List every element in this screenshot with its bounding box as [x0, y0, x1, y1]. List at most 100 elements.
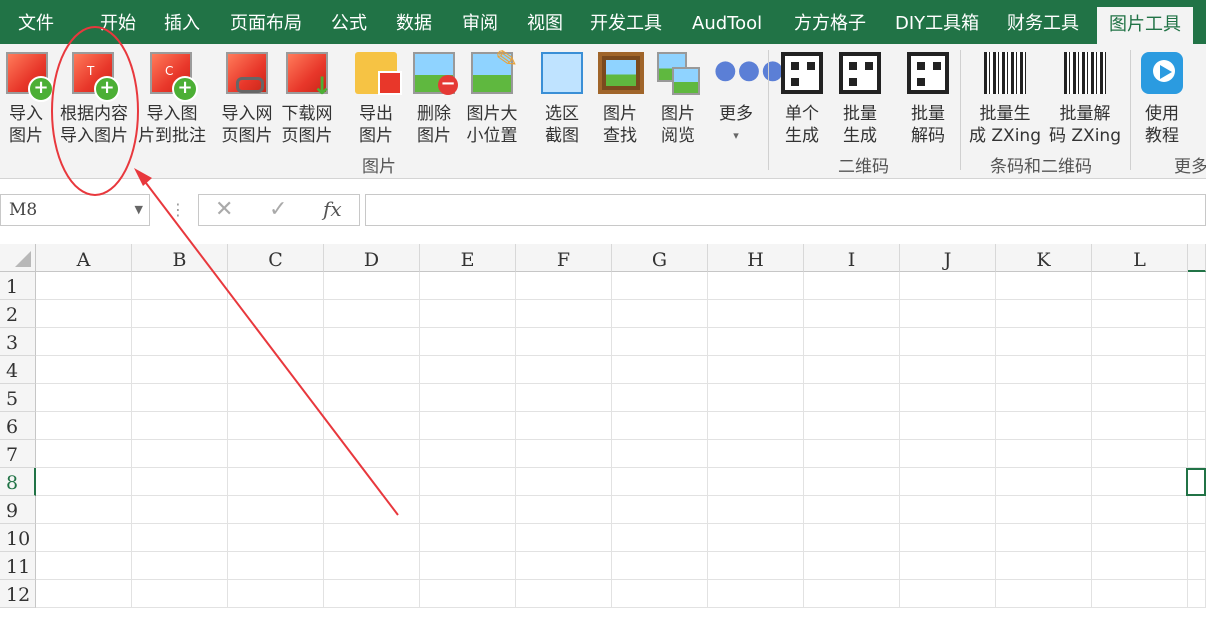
- download-web-picture-button[interactable]: ↓ 下载网 页图片: [278, 49, 336, 151]
- column-header-c[interactable]: C: [228, 244, 324, 272]
- cell[interactable]: [228, 496, 324, 524]
- cell[interactable]: [516, 580, 612, 608]
- cell[interactable]: [612, 356, 708, 384]
- tab-data[interactable]: 数据: [396, 0, 432, 44]
- tab-picture-tools[interactable]: 图片工具: [1097, 7, 1193, 44]
- cell[interactable]: [900, 328, 996, 356]
- cell[interactable]: [612, 272, 708, 300]
- cell[interactable]: [708, 300, 804, 328]
- cell[interactable]: [516, 440, 612, 468]
- cell[interactable]: [1092, 272, 1188, 300]
- cell[interactable]: [324, 356, 420, 384]
- insert-function-icon[interactable]: fx: [323, 197, 342, 221]
- cell[interactable]: [708, 328, 804, 356]
- cell[interactable]: [708, 272, 804, 300]
- cell[interactable]: [1188, 496, 1206, 524]
- tab-insert[interactable]: 插入: [164, 0, 200, 44]
- cell[interactable]: [804, 440, 900, 468]
- cell[interactable]: [1188, 328, 1206, 356]
- cell[interactable]: [1188, 580, 1206, 608]
- cell[interactable]: [324, 384, 420, 412]
- column-header-j[interactable]: J: [900, 244, 996, 272]
- cell[interactable]: [1092, 300, 1188, 328]
- cell[interactable]: [228, 524, 324, 552]
- cell[interactable]: [420, 300, 516, 328]
- cell[interactable]: [132, 468, 228, 496]
- cell[interactable]: [804, 412, 900, 440]
- cell[interactable]: [1188, 384, 1206, 412]
- cell[interactable]: [516, 384, 612, 412]
- region-screenshot-button[interactable]: 选区 截图: [536, 49, 588, 151]
- row-header-4[interactable]: 4: [0, 356, 36, 384]
- cell[interactable]: [324, 524, 420, 552]
- cell[interactable]: [708, 384, 804, 412]
- column-header-h[interactable]: H: [708, 244, 804, 272]
- row-header-1[interactable]: 1: [0, 272, 36, 300]
- batch-qrcode-generate-button[interactable]: 批量 生成: [836, 49, 884, 151]
- cell[interactable]: [1092, 468, 1188, 496]
- cell[interactable]: [516, 300, 612, 328]
- cell[interactable]: [1092, 580, 1188, 608]
- cell[interactable]: [420, 552, 516, 580]
- cell[interactable]: [804, 524, 900, 552]
- cell[interactable]: [132, 552, 228, 580]
- cell[interactable]: [900, 580, 996, 608]
- tab-developer[interactable]: 开发工具: [590, 0, 662, 44]
- select-all-button[interactable]: [0, 244, 36, 272]
- tab-diy-toolbox[interactable]: DIY工具箱: [895, 0, 979, 44]
- cell[interactable]: [612, 384, 708, 412]
- tab-home[interactable]: 开始: [100, 0, 136, 44]
- cell[interactable]: [1092, 412, 1188, 440]
- column-header-l[interactable]: L: [1092, 244, 1188, 272]
- cell[interactable]: [132, 356, 228, 384]
- cell[interactable]: [1092, 524, 1188, 552]
- cell[interactable]: [900, 384, 996, 412]
- cell[interactable]: [804, 300, 900, 328]
- row-header-12[interactable]: 12: [0, 580, 36, 608]
- cell[interactable]: [1092, 384, 1188, 412]
- import-web-picture-button[interactable]: 导入网 页图片: [218, 49, 276, 151]
- cell[interactable]: [36, 328, 132, 356]
- export-picture-button[interactable]: 导出 图片: [350, 49, 402, 151]
- column-header-k[interactable]: K: [996, 244, 1092, 272]
- cell[interactable]: [900, 300, 996, 328]
- delete-picture-button[interactable]: − 删除 图片: [408, 49, 460, 151]
- cell[interactable]: [132, 328, 228, 356]
- more-button[interactable]: ●●● 更多 ▾: [710, 49, 784, 151]
- cell[interactable]: [36, 272, 132, 300]
- cell[interactable]: [708, 496, 804, 524]
- cell[interactable]: [612, 524, 708, 552]
- cell[interactable]: [708, 552, 804, 580]
- cell[interactable]: [324, 468, 420, 496]
- cell[interactable]: [996, 440, 1092, 468]
- cell[interactable]: [996, 272, 1092, 300]
- cell[interactable]: [36, 524, 132, 552]
- cell[interactable]: [324, 552, 420, 580]
- cell[interactable]: [420, 356, 516, 384]
- cell[interactable]: [996, 468, 1092, 496]
- cell[interactable]: [228, 300, 324, 328]
- cell[interactable]: [324, 300, 420, 328]
- cell[interactable]: [228, 356, 324, 384]
- cell[interactable]: [132, 384, 228, 412]
- tab-formulas[interactable]: 公式: [331, 0, 367, 44]
- cell[interactable]: [996, 496, 1092, 524]
- cell[interactable]: [132, 300, 228, 328]
- row-header-7[interactable]: 7: [0, 440, 36, 468]
- tab-review[interactable]: 审阅: [462, 0, 498, 44]
- row-header-2[interactable]: 2: [0, 300, 36, 328]
- cell[interactable]: [612, 468, 708, 496]
- cell[interactable]: [708, 580, 804, 608]
- cell[interactable]: [420, 580, 516, 608]
- cell[interactable]: [900, 524, 996, 552]
- cell[interactable]: [708, 440, 804, 468]
- cell[interactable]: [420, 440, 516, 468]
- cell[interactable]: [516, 524, 612, 552]
- row-header-10[interactable]: 10: [0, 524, 36, 552]
- cell[interactable]: [612, 496, 708, 524]
- formula-input[interactable]: [365, 194, 1206, 226]
- cell[interactable]: [36, 580, 132, 608]
- batch-barcode-zxing-button[interactable]: 批量生成 ZXing: [966, 49, 1044, 151]
- cell[interactable]: [996, 300, 1092, 328]
- cell[interactable]: [516, 552, 612, 580]
